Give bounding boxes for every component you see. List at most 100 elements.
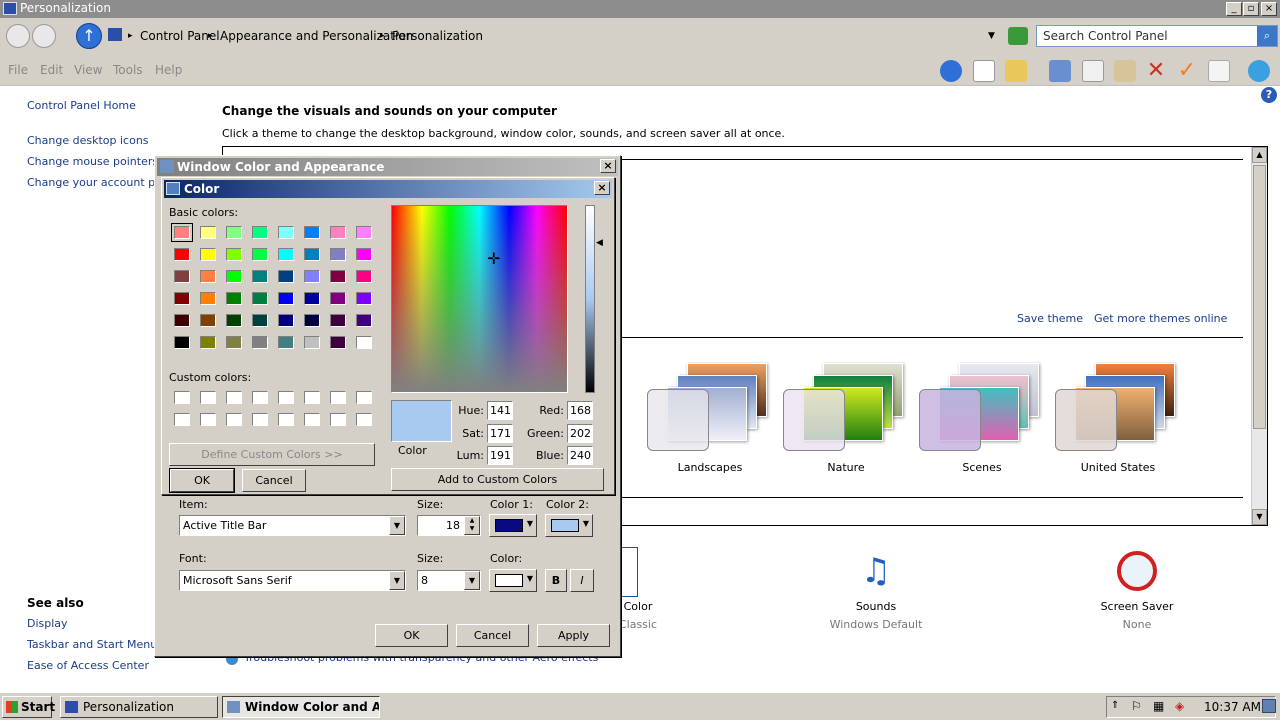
custom-color-swatch[interactable] <box>252 413 268 426</box>
basic-color-swatch[interactable] <box>252 314 268 327</box>
basic-color-swatch[interactable] <box>356 314 372 327</box>
font-color-button[interactable]: ▼ <box>489 569 537 592</box>
back-button[interactable] <box>6 24 30 48</box>
theme-nature[interactable] <box>783 359 903 459</box>
custom-color-swatch[interactable] <box>200 391 216 404</box>
hue-input[interactable]: 141 <box>487 401 513 420</box>
basic-color-swatch[interactable] <box>278 292 294 305</box>
basic-color-swatch[interactable] <box>174 314 190 327</box>
font-size-select[interactable]: 8 ▼ <box>417 570 481 591</box>
taskbar-personalization[interactable]: Personalization <box>60 696 218 718</box>
basic-color-swatch[interactable] <box>174 336 190 349</box>
basic-color-swatch[interactable] <box>200 314 216 327</box>
flag-icon[interactable]: ⚐ <box>1131 699 1142 713</box>
custom-color-swatch[interactable] <box>304 391 320 404</box>
custom-color-swatch[interactable] <box>356 413 372 426</box>
address-bar[interactable]: ▸ Control Panel ▸ Appearance and Persona… <box>104 25 1004 47</box>
basic-color-swatch[interactable] <box>356 270 372 283</box>
basic-color-swatch[interactable] <box>226 336 242 349</box>
delete-icon[interactable]: ✕ <box>1145 60 1167 82</box>
menu-tools[interactable]: Tools <box>113 63 143 77</box>
theme-label-landscapes[interactable]: Landscapes <box>650 461 770 474</box>
forward-button[interactable] <box>32 24 56 48</box>
basic-color-swatch[interactable] <box>304 314 320 327</box>
color-dialog-close-button[interactable]: × <box>594 181 610 195</box>
basic-color-swatch[interactable] <box>330 270 346 283</box>
basic-color-swatch[interactable] <box>330 292 346 305</box>
basic-color-swatch[interactable] <box>330 336 346 349</box>
basic-color-swatch[interactable] <box>278 226 294 239</box>
theme-united-states[interactable] <box>1055 359 1175 459</box>
italic-button[interactable]: I <box>570 569 594 592</box>
custom-color-swatch[interactable] <box>252 391 268 404</box>
basic-color-swatch[interactable] <box>226 270 242 283</box>
custom-color-swatch[interactable] <box>304 413 320 426</box>
chevron-down-icon[interactable]: ▼ <box>389 571 405 590</box>
checkmark-icon[interactable]: ✓ <box>1176 60 1198 82</box>
show-hidden-icons-icon[interactable]: ⇑ <box>1111 700 1119 711</box>
item-size-stepper[interactable]: 18 ▲ ▼ <box>417 515 481 536</box>
scissors-icon[interactable] <box>1049 60 1071 82</box>
basic-color-swatch[interactable] <box>226 314 242 327</box>
wca-ok-button[interactable]: OK <box>375 624 448 647</box>
basic-color-swatch[interactable] <box>304 226 320 239</box>
custom-color-swatch[interactable] <box>278 391 294 404</box>
basic-color-swatch[interactable] <box>330 314 346 327</box>
taskbar-window-color[interactable]: Window Color and A... <box>222 696 380 718</box>
wca-close-button[interactable]: × <box>600 159 616 173</box>
chevron-right-icon[interactable]: ▸ <box>380 31 385 41</box>
globe-icon[interactable] <box>1248 60 1270 82</box>
custom-color-swatch[interactable] <box>330 413 346 426</box>
search-input[interactable]: Search Control Panel ⌕ <box>1036 25 1278 47</box>
basic-color-swatch[interactable] <box>174 270 190 283</box>
chevron-right-icon[interactable]: ▸ <box>128 31 133 41</box>
volume-icon[interactable]: ◈ <box>1175 699 1184 713</box>
color-ok-button[interactable]: OK <box>169 468 235 493</box>
address-dropdown-icon[interactable]: ▼ <box>988 31 995 41</box>
theme-list-scrollbar[interactable]: ▲ ▼ <box>1251 147 1267 525</box>
up-icon[interactable]: ↑ <box>76 23 102 49</box>
bold-button[interactable]: B <box>545 569 567 592</box>
breadcrumb-personalization[interactable]: Personalization <box>392 29 483 43</box>
custom-color-swatch[interactable] <box>356 391 372 404</box>
basic-color-swatch[interactable] <box>356 226 372 239</box>
basic-color-swatch[interactable] <box>356 336 372 349</box>
luminance-arrow-icon[interactable]: ◀ <box>596 238 603 248</box>
sat-input[interactable]: 171 <box>487 424 513 443</box>
minimize-button[interactable]: _ <box>1226 2 1242 16</box>
basic-color-swatch[interactable] <box>200 226 216 239</box>
scroll-thumb[interactable] <box>1253 165 1266 429</box>
scroll-up-icon[interactable]: ▲ <box>1252 147 1267 163</box>
item-select[interactable]: Active Title Bar ▼ <box>179 515 406 536</box>
start-button[interactable]: Start <box>2 696 55 718</box>
luminance-slider[interactable] <box>585 205 595 393</box>
basic-color-swatch[interactable] <box>200 336 216 349</box>
custom-color-swatch[interactable] <box>174 391 190 404</box>
get-more-themes-link[interactable]: Get more themes online <box>1094 312 1227 325</box>
blue-input[interactable]: 240 <box>567 446 593 465</box>
basic-color-swatch[interactable] <box>252 336 268 349</box>
basic-color-swatch[interactable] <box>252 248 268 261</box>
basic-color-swatch[interactable] <box>174 292 190 305</box>
basic-color-swatch[interactable] <box>252 270 268 283</box>
menu-help[interactable]: Help <box>155 63 182 77</box>
basic-color-swatch[interactable] <box>356 248 372 261</box>
font-select[interactable]: Microsoft Sans Serif ▼ <box>179 570 406 591</box>
green-input[interactable]: 202 <box>567 424 593 443</box>
basic-color-swatch[interactable] <box>174 248 190 261</box>
basic-color-swatch[interactable] <box>330 226 346 239</box>
menu-edit[interactable]: Edit <box>40 63 63 77</box>
basic-color-swatch[interactable] <box>226 226 242 239</box>
color-spectrum[interactable]: ✛ <box>391 205 568 393</box>
basic-color-swatch[interactable] <box>171 223 193 242</box>
see-also-ease-of-access[interactable]: Ease of Access Center <box>27 659 149 672</box>
scroll-down-icon[interactable]: ▼ <box>1252 509 1267 525</box>
basic-color-swatch[interactable] <box>226 248 242 261</box>
wca-apply-button[interactable]: Apply <box>537 624 610 647</box>
properties-icon[interactable] <box>1208 60 1230 82</box>
clock[interactable]: 10:37 AM <box>1204 700 1261 714</box>
chevron-down-icon[interactable]: ▼ <box>464 571 480 590</box>
theme-scenes[interactable] <box>919 359 1039 459</box>
add-to-custom-colors-button[interactable]: Add to Custom Colors <box>391 468 604 491</box>
see-also-taskbar[interactable]: Taskbar and Start Menu <box>27 638 157 651</box>
